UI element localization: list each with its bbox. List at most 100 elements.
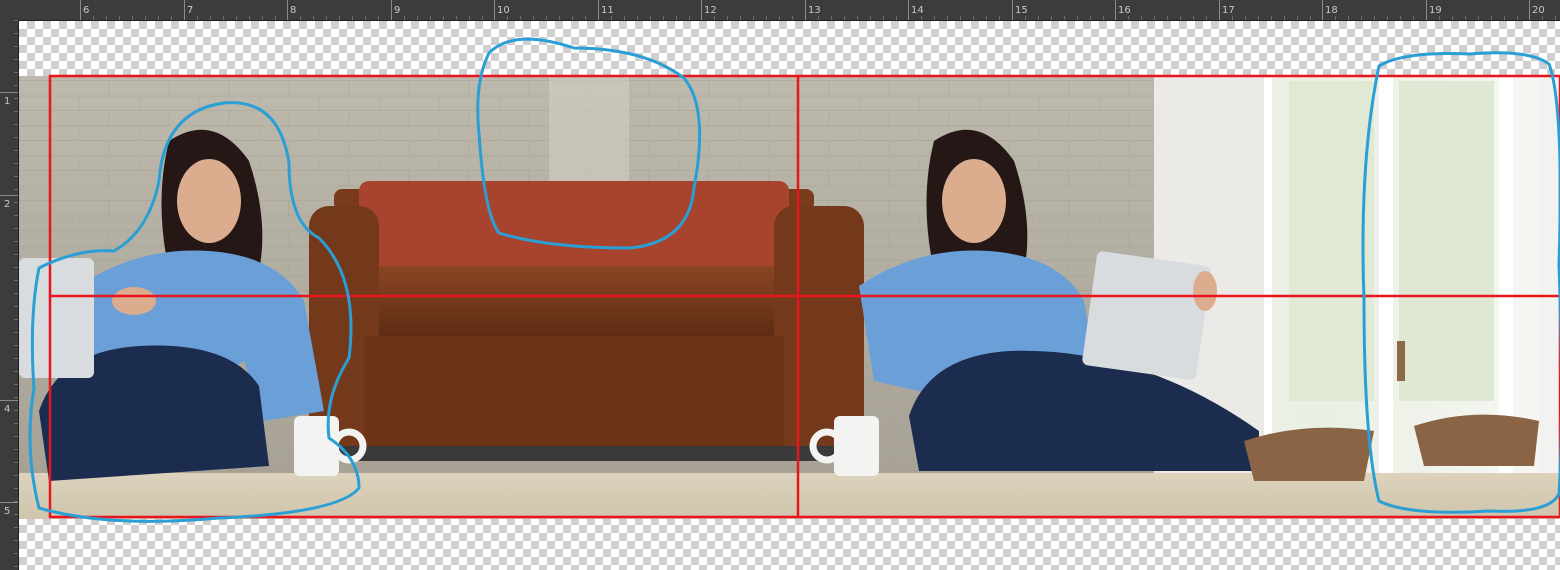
ruler-minor-tick [676, 16, 677, 20]
ruler-minor-tick [14, 410, 18, 411]
ruler-label: 10 [497, 5, 510, 16]
ruler-minor-tick [999, 16, 1000, 20]
ruler-minor-tick [779, 16, 780, 20]
ruler-minor-tick [1025, 16, 1026, 20]
ruler-minor-tick [870, 16, 871, 20]
ruler-minor-tick [546, 16, 547, 20]
ruler-minor-tick [663, 16, 664, 20]
ruler-minor-tick [611, 16, 612, 20]
ruler-minor-tick [1387, 16, 1388, 20]
ruler-label: 2 [4, 199, 11, 210]
ruler-major-tick [805, 0, 806, 20]
ruler-minor-tick [14, 59, 18, 60]
ruler-minor-tick [14, 72, 18, 73]
ruler-label: 15 [1015, 5, 1028, 16]
ruler-minor-tick [14, 514, 18, 515]
ruler-minor-tick [14, 540, 18, 541]
ruler-minor-tick [14, 176, 18, 177]
ruler-minor-tick [14, 475, 18, 476]
ruler-minor-tick [1478, 16, 1479, 20]
ruler-minor-tick [14, 85, 18, 86]
ruler-minor-tick [844, 16, 845, 20]
ruler-minor-tick [857, 16, 858, 20]
ruler-minor-tick [650, 16, 651, 20]
ruler-minor-tick [1180, 16, 1181, 20]
ruler-minor-tick [1361, 16, 1362, 20]
ruler-minor-tick [585, 16, 586, 20]
ruler-major-tick [80, 0, 81, 20]
ruler-minor-tick [1555, 16, 1556, 20]
ruler-minor-tick [973, 16, 974, 20]
ruler-label: 11 [601, 5, 614, 16]
ruler-major-tick [908, 0, 909, 20]
ruler-minor-tick [1128, 16, 1129, 20]
ruler-minor-tick [14, 137, 18, 138]
ruler-label: 18 [1325, 5, 1338, 16]
ruler-minor-tick [572, 16, 573, 20]
ruler-minor-tick [1491, 16, 1492, 20]
ruler-minor-tick [339, 16, 340, 20]
ruler-major-tick [287, 0, 288, 20]
ruler-minor-tick [1374, 16, 1375, 20]
ruler-label: 16 [1118, 5, 1131, 16]
ruler-minor-tick [119, 16, 120, 20]
ruler-minor-tick [14, 358, 18, 359]
ruler-minor-tick [1271, 16, 1272, 20]
ruler-minor-tick [132, 16, 133, 20]
ruler-minor-tick [14, 228, 18, 229]
ruler-minor-tick [831, 16, 832, 20]
ruler-minor-tick [14, 98, 18, 99]
ruler-minor-tick [236, 16, 237, 20]
ruler-minor-tick [1051, 16, 1052, 20]
ruler-minor-tick [689, 16, 690, 20]
ruler-minor-tick [1297, 16, 1298, 20]
ruler-minor-tick [624, 16, 625, 20]
ruler-minor-tick [14, 501, 18, 502]
ruler-minor-tick [14, 267, 18, 268]
ruler-minor-tick [14, 280, 18, 281]
ruler-minor-tick [1245, 16, 1246, 20]
vertical-ruler[interactable]: 1 2 4 5 [0, 20, 19, 570]
ruler-major-tick [1219, 0, 1220, 20]
ruler-minor-tick [1517, 16, 1518, 20]
ruler-minor-tick [14, 306, 18, 307]
ruler-minor-tick [934, 16, 935, 20]
ruler-label: 20 [1532, 5, 1545, 16]
document-canvas[interactable] [19, 21, 1560, 570]
ruler-label: 5 [4, 506, 11, 517]
ruler-minor-tick [766, 16, 767, 20]
ruler-minor-tick [14, 33, 18, 34]
ruler-major-tick [0, 502, 18, 503]
ruler-minor-tick [14, 189, 18, 190]
ruler-minor-tick [262, 16, 263, 20]
ruler-minor-tick [14, 371, 18, 372]
ruler-minor-tick [14, 553, 18, 554]
ruler-minor-tick [947, 16, 948, 20]
ruler-minor-tick [1465, 16, 1466, 20]
ruler-minor-tick [637, 16, 638, 20]
ruler-major-tick [0, 195, 18, 196]
ruler-minor-tick [559, 16, 560, 20]
ruler-minor-tick [158, 16, 159, 20]
ruler-minor-tick [1206, 16, 1207, 20]
ruler-label: 4 [4, 404, 11, 415]
ruler-minor-tick [249, 16, 250, 20]
ruler-minor-tick [14, 163, 18, 164]
ruler-minor-tick [792, 16, 793, 20]
ruler-major-tick [1529, 0, 1530, 20]
ruler-minor-tick [1452, 16, 1453, 20]
ruler-minor-tick [14, 202, 18, 203]
ruler-minor-tick [1103, 16, 1104, 20]
ruler-label: 12 [704, 5, 717, 16]
horizontal-ruler[interactable]: 6 7 8 9 10 11 12 13 14 15 16 17 18 19 20 [0, 0, 1560, 21]
ruler-minor-tick [883, 16, 884, 20]
ruler-label: 1 [4, 96, 11, 107]
ruler-minor-tick [1335, 16, 1336, 20]
ruler-minor-tick [14, 111, 18, 112]
ruler-major-tick [184, 0, 185, 20]
ruler-minor-tick [145, 16, 146, 20]
ruler-label: 13 [808, 5, 821, 16]
ruler-minor-tick [753, 16, 754, 20]
ruler-minor-tick [14, 254, 18, 255]
ruler-minor-tick [106, 16, 107, 20]
